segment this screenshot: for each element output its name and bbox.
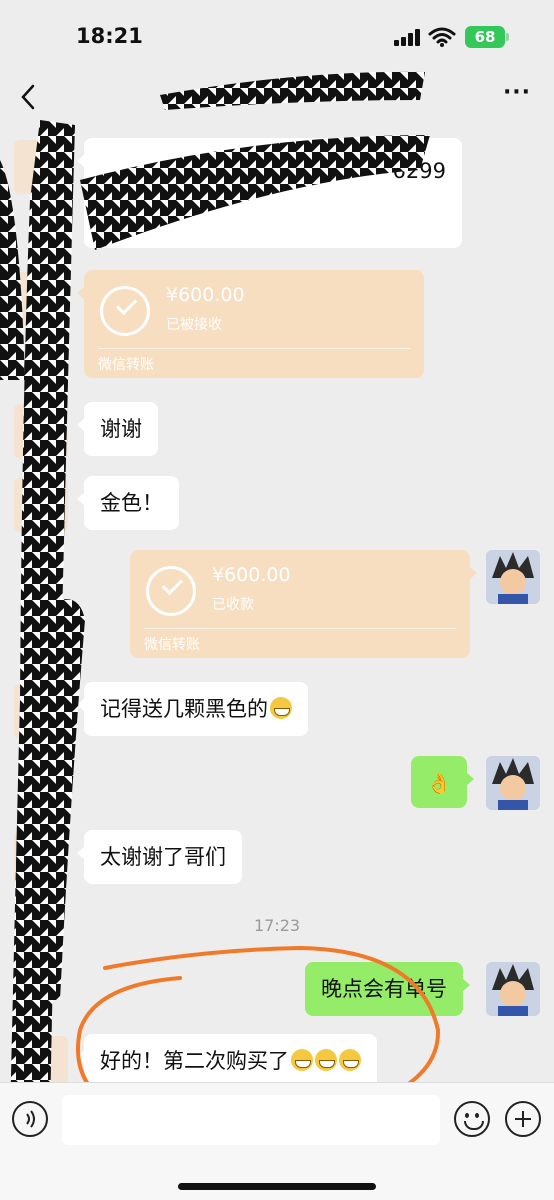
- cartoon-avatar-icon: [486, 550, 540, 604]
- transfer-amount: ¥600.00: [166, 284, 245, 306]
- contact-avatar[interactable]: [14, 404, 68, 458]
- contact-avatar[interactable]: [14, 272, 68, 326]
- check-circle-icon: [100, 286, 150, 336]
- message-text: 谢谢: [100, 417, 142, 441]
- user-avatar[interactable]: [486, 756, 540, 810]
- message-text: 6299: [392, 159, 446, 183]
- message-input-bar: [0, 1082, 554, 1200]
- message-text: 晚点会有单号: [321, 977, 447, 1001]
- more-actions-plus-icon[interactable]: [505, 1101, 541, 1137]
- contact-avatar[interactable]: [14, 684, 68, 738]
- voice-input-icon[interactable]: [12, 1101, 48, 1137]
- message-bubble[interactable]: 6299: [77, 138, 462, 248]
- transfer-amount: ¥600.00: [212, 564, 291, 586]
- message-text: 太谢谢了哥们: [100, 845, 226, 869]
- message-text: 好的！第二次购买了: [100, 1049, 289, 1073]
- status-bar: 18:21 68: [0, 0, 554, 70]
- wifi-icon: [428, 27, 456, 47]
- message-bubble[interactable]: 👌: [411, 756, 474, 808]
- chat-timestamp: 17:23: [253, 916, 301, 935]
- battery-level: 68: [465, 26, 505, 48]
- voice-wave-icon: [26, 1110, 35, 1128]
- status-time: 18:21: [76, 24, 143, 48]
- contact-avatar[interactable]: [14, 478, 68, 532]
- message-input[interactable]: [62, 1095, 440, 1145]
- transfer-divider: [98, 348, 410, 349]
- cartoon-avatar-icon: [486, 962, 540, 1016]
- message-bubble[interactable]: 谢谢: [77, 402, 158, 457]
- more-options-icon[interactable]: ···: [500, 82, 534, 110]
- check-circle-icon: [146, 566, 196, 616]
- transfer-card-sent[interactable]: ¥600.00 已收款 微信转账: [130, 550, 477, 658]
- transfer-label: 微信转账: [98, 357, 154, 373]
- ok-hand-emoji: 👌: [426, 771, 452, 795]
- chat-header: ···: [0, 70, 554, 126]
- grin-emoji-icon: [315, 1049, 337, 1071]
- grin-emoji-icon: [339, 1049, 361, 1071]
- user-avatar[interactable]: [486, 550, 540, 604]
- user-avatar[interactable]: [486, 962, 540, 1016]
- cellular-signal-icon: [394, 28, 422, 46]
- back-chevron-icon[interactable]: [16, 82, 40, 112]
- message-bubble[interactable]: 好的！第二次购买了: [77, 1034, 377, 1089]
- contact-avatar[interactable]: [14, 832, 68, 886]
- emoji-picker-icon[interactable]: [454, 1101, 490, 1137]
- battery-tip: [506, 33, 509, 41]
- message-text: 金色！: [100, 491, 163, 515]
- cartoon-avatar-icon: [486, 756, 540, 810]
- grin-emoji-icon: [291, 1049, 313, 1071]
- transfer-card-received[interactable]: ¥600.00 已被接收 微信转账: [77, 270, 424, 378]
- message-bubble[interactable]: 记得送几颗黑色的: [77, 682, 308, 737]
- transfer-status: 已被接收: [166, 317, 222, 333]
- message-bubble[interactable]: 金色！: [77, 476, 179, 531]
- message-bubble[interactable]: 晚点会有单号: [305, 962, 470, 1017]
- transfer-status: 已收款: [212, 597, 254, 613]
- home-indicator: [178, 1183, 376, 1190]
- contact-avatar[interactable]: [14, 140, 68, 194]
- transfer-divider: [144, 628, 456, 629]
- message-bubble[interactable]: 太谢谢了哥们: [77, 830, 242, 885]
- message-text: 记得送几颗黑色的: [100, 697, 268, 721]
- smile-emoji-icon: [270, 697, 292, 719]
- transfer-label: 微信转账: [144, 637, 200, 653]
